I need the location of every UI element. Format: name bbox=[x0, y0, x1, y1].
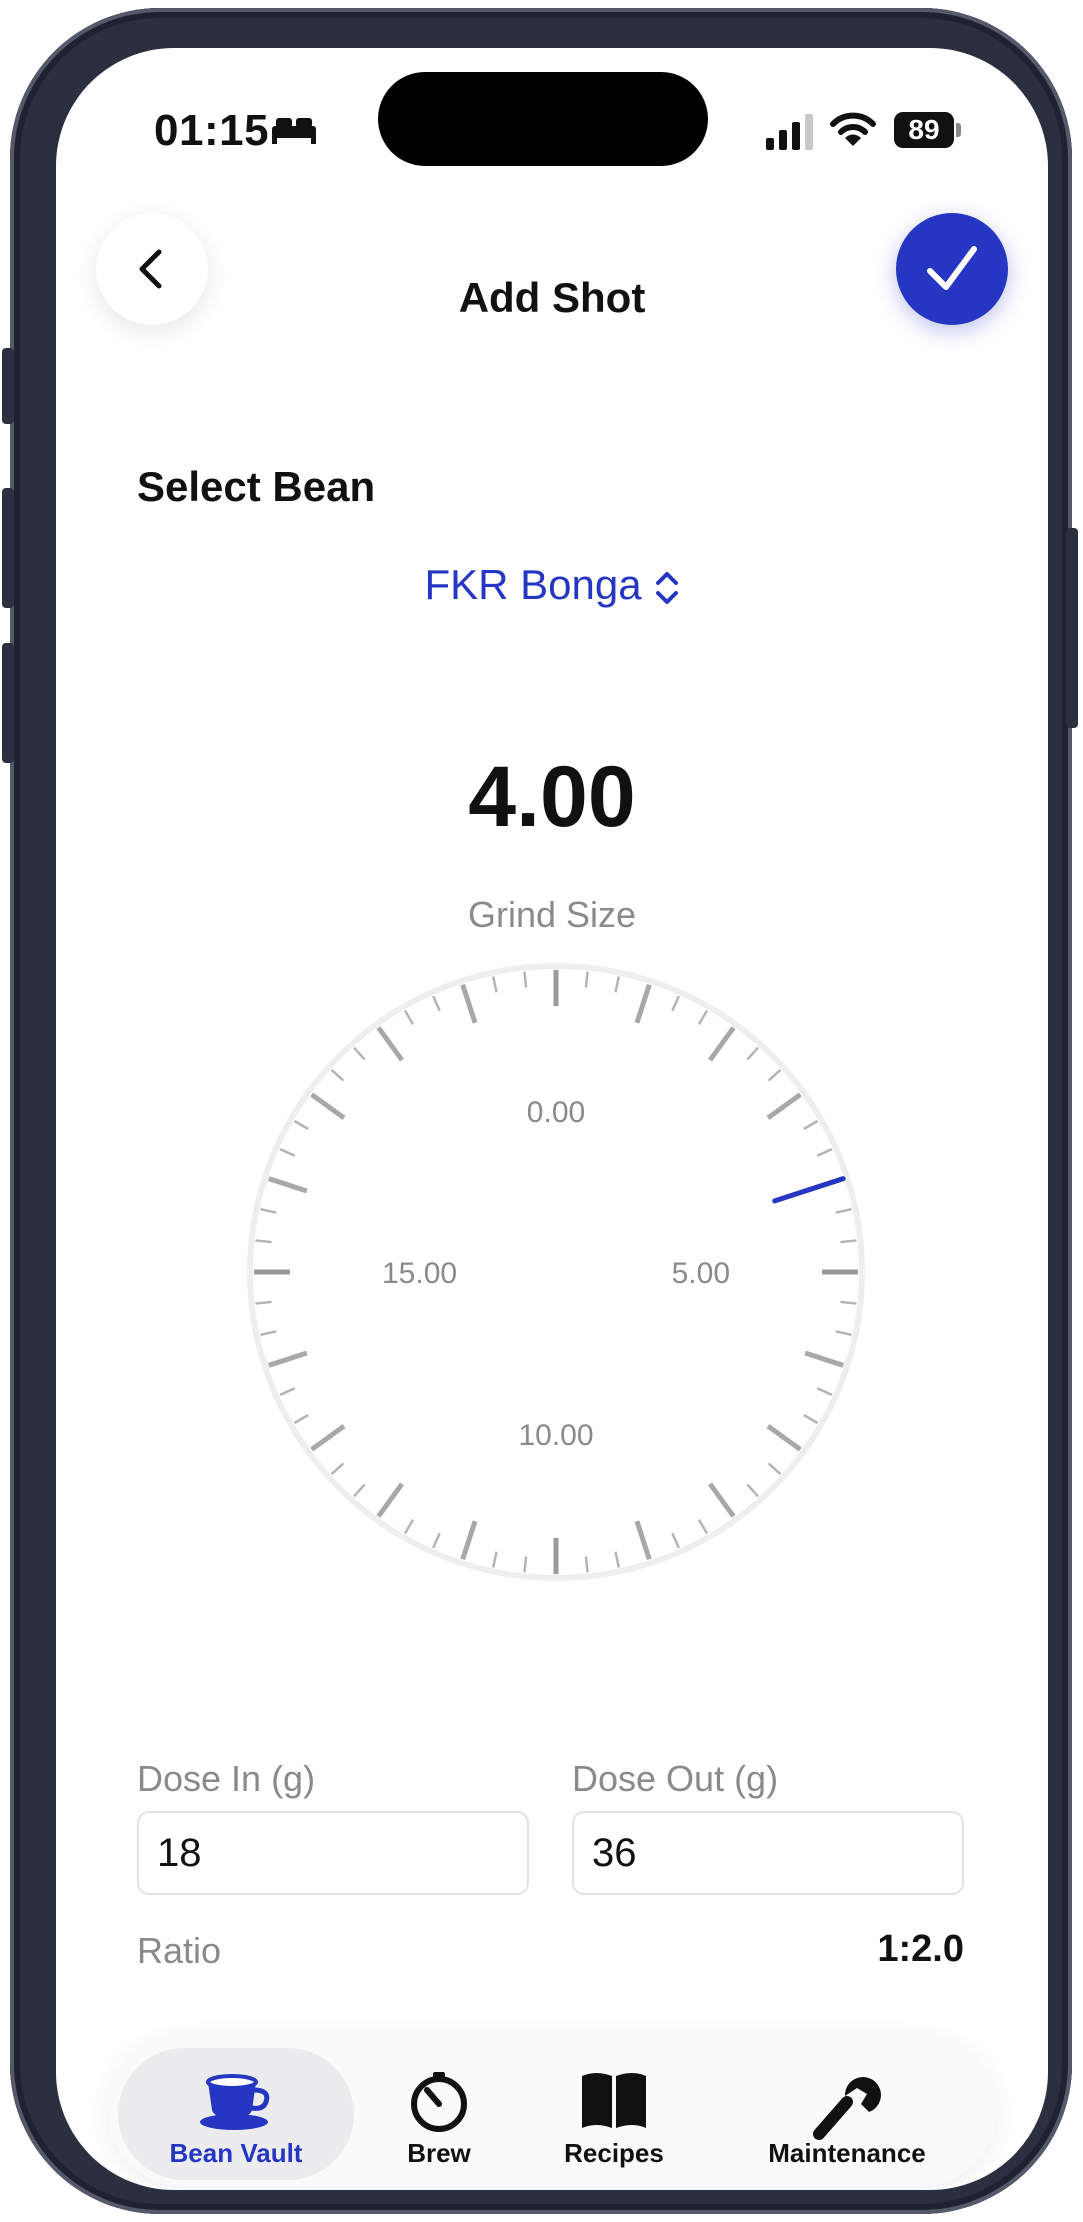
phone-frame: 01:15 89 Add Shot Select Bean FKR Bonga … bbox=[2, 8, 1078, 2214]
ratio-label: Ratio bbox=[137, 1930, 222, 1971]
wrench-icon bbox=[813, 2077, 881, 2140]
dial-label: 10.00 bbox=[518, 1419, 593, 1452]
checkmark-icon bbox=[927, 246, 977, 290]
side-button bbox=[2, 488, 14, 608]
select-bean-label: Select Bean bbox=[137, 463, 376, 510]
tab-label: Brew bbox=[407, 2138, 471, 2168]
tab-brew[interactable]: Brew bbox=[364, 2036, 514, 2186]
dial-tick bbox=[584, 1556, 589, 1573]
tab-bean-vault[interactable]: Bean Vault bbox=[108, 2036, 364, 2186]
tab-label: Recipes bbox=[564, 2138, 664, 2168]
dose-out-label: Dose Out (g) bbox=[572, 1758, 779, 1799]
grind-dial[interactable]: 0.00 5.00 10.00 15.00 bbox=[246, 962, 866, 1582]
dial-tick bbox=[255, 1239, 272, 1244]
status-time: 01:15 bbox=[154, 106, 270, 155]
dynamic-island bbox=[378, 72, 708, 166]
ratio-value: 1:2.0 bbox=[877, 1928, 964, 1970]
signal-icon bbox=[766, 114, 813, 150]
tab-recipes[interactable]: Recipes bbox=[514, 2036, 714, 2186]
screen: 01:15 89 Add Shot Select Bean FKR Bonga … bbox=[56, 48, 1048, 2190]
tab-maintenance[interactable]: Maintenance bbox=[714, 2036, 980, 2186]
dial-tick bbox=[255, 1300, 272, 1305]
dial-tick bbox=[840, 1239, 857, 1244]
side-button bbox=[1066, 528, 1078, 728]
battery-indicator: 89 bbox=[894, 112, 962, 148]
dose-in-label: Dose In (g) bbox=[137, 1758, 316, 1799]
bean-picker[interactable]: FKR Bonga bbox=[56, 561, 1048, 609]
side-button bbox=[2, 348, 14, 424]
bed-icon bbox=[272, 118, 316, 144]
dial-label: 5.00 bbox=[672, 1257, 730, 1290]
tab-label: Bean Vault bbox=[169, 2138, 303, 2168]
dial-label: 0.00 bbox=[527, 1096, 585, 1129]
dial-tick bbox=[523, 971, 528, 988]
tab-bar: Bean Vault Brew Recipes Maintenance bbox=[108, 2036, 996, 2186]
dose-out-field[interactable]: 36 bbox=[572, 1811, 964, 1895]
dose-in-field[interactable]: 18 bbox=[137, 1811, 529, 1895]
wifi-icon bbox=[830, 112, 876, 146]
grind-size-label: Grind Size bbox=[467, 894, 637, 935]
tab-label: Maintenance bbox=[768, 2138, 926, 2168]
coffee-cup-icon bbox=[200, 2074, 270, 2130]
book-icon bbox=[582, 2073, 646, 2128]
stopwatch-icon bbox=[411, 2072, 467, 2132]
save-button[interactable] bbox=[896, 213, 1008, 325]
dial-tick bbox=[523, 1556, 528, 1573]
dial-tick bbox=[840, 1300, 857, 1305]
side-button bbox=[2, 643, 14, 763]
battery-level: 89 bbox=[908, 114, 940, 145]
grind-size-value: 4.00 bbox=[468, 749, 636, 845]
dial-tick bbox=[584, 971, 589, 988]
chevron-updown-icon bbox=[655, 571, 678, 604]
dial-label: 15.00 bbox=[382, 1257, 457, 1290]
bean-picker-value: FKR Bonga bbox=[424, 561, 642, 608]
